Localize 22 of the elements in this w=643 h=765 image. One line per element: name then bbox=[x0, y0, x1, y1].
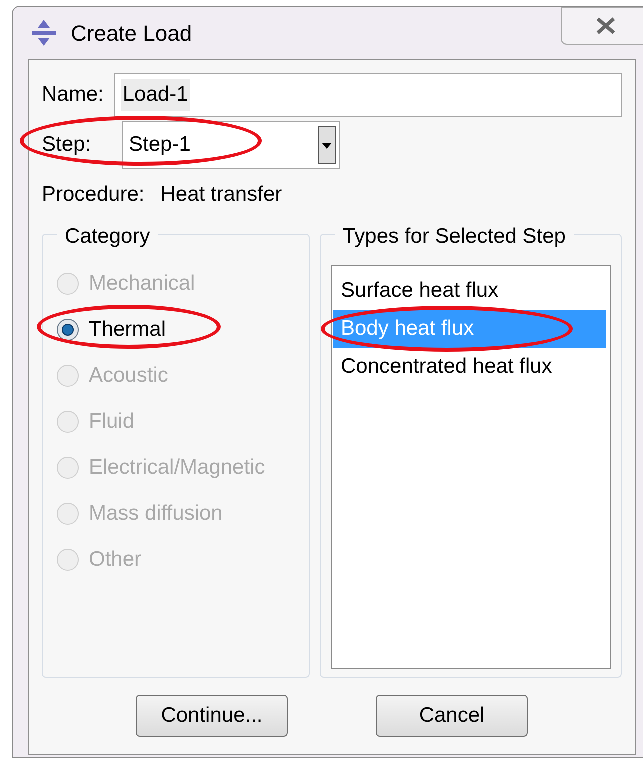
dialog-button[interactable]: Continue... bbox=[136, 695, 288, 737]
window-title: Create Load bbox=[71, 20, 192, 48]
radio-label: Mechanical bbox=[89, 271, 196, 298]
close-button[interactable] bbox=[561, 7, 643, 45]
step-label: Step: bbox=[42, 132, 92, 158]
radio-label: Mass diffusion bbox=[89, 501, 223, 528]
procedure-label: Procedure: bbox=[42, 182, 145, 208]
dialog-button[interactable]: Cancel bbox=[376, 695, 528, 737]
procedure-value: Heat transfer bbox=[160, 182, 282, 208]
name-label: Name: bbox=[42, 82, 104, 108]
name-field[interactable]: Load-1 bbox=[114, 73, 622, 117]
step-dropdown[interactable]: Step-1 bbox=[122, 121, 340, 169]
radio-label: Other bbox=[89, 547, 142, 574]
close-icon bbox=[595, 17, 617, 35]
list-item[interactable]: Concentrated heat flux bbox=[333, 348, 606, 386]
radio-button[interactable] bbox=[57, 319, 79, 341]
radio-label: Thermal bbox=[89, 317, 166, 344]
radio-label: Acoustic bbox=[89, 363, 168, 390]
radio-label: Electrical/Magnetic bbox=[89, 455, 266, 482]
list-item[interactable]: Surface heat flux bbox=[333, 272, 606, 310]
load-icon bbox=[29, 18, 59, 48]
radio-label: Fluid bbox=[89, 409, 135, 436]
